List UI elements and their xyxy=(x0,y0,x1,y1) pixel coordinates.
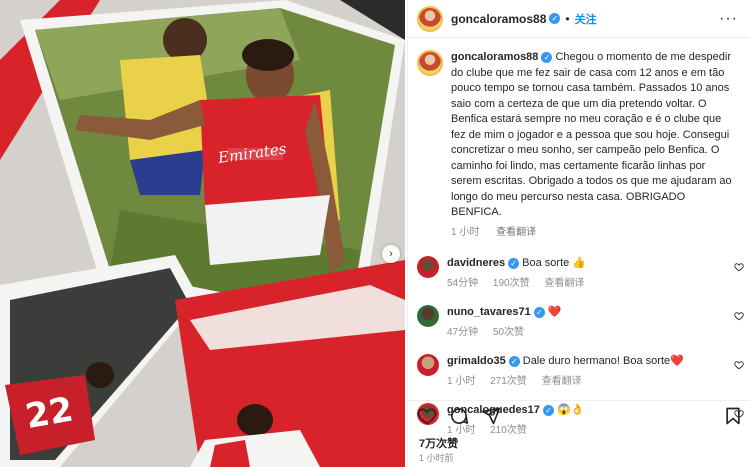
like-count[interactable]: 7万次赞 xyxy=(419,435,458,451)
comment-likes[interactable]: 190次赞 xyxy=(493,278,530,289)
see-translation-button[interactable]: 查看翻译 xyxy=(496,227,536,238)
avatar[interactable] xyxy=(417,5,443,32)
caption-username[interactable]: goncaloramos88 xyxy=(451,51,538,63)
carousel-next-button[interactable]: › xyxy=(382,245,400,263)
see-translation-button[interactable]: 查看翻译 xyxy=(542,376,582,387)
post-image[interactable]: Emirates 22 › xyxy=(0,0,405,467)
heart-icon[interactable] xyxy=(417,406,437,426)
comment-username[interactable]: nuno_tavares71 xyxy=(447,306,531,318)
avatar[interactable] xyxy=(417,354,439,376)
verified-icon: ✓ xyxy=(541,51,553,63)
like-comment-heart-icon[interactable] xyxy=(734,311,744,321)
share-icon[interactable] xyxy=(481,406,501,426)
comment-time: 47分钟 xyxy=(447,327,479,338)
comment-username[interactable]: davidneres xyxy=(447,257,505,269)
post-header: goncaloramos88 ✓ • 关注 ··· xyxy=(408,0,750,38)
caption-text: Chegou o momento de me despedir do clube… xyxy=(451,51,732,218)
more-options-button[interactable]: ··· xyxy=(719,10,738,26)
comment-text: Boa sorte 👍 xyxy=(522,257,586,269)
post-actions xyxy=(408,400,750,430)
comment-text: Dale duro hermano! Boa sorte❤️ xyxy=(522,355,684,367)
chevron-right-icon: › xyxy=(389,248,393,260)
see-translation-button[interactable]: 查看翻译 xyxy=(544,278,584,289)
comment-likes[interactable]: 271次赞 xyxy=(490,376,527,387)
avatar[interactable] xyxy=(417,256,439,278)
comment-item: nuno_tavares71 ✓ ❤️ 47分钟 50次赞 xyxy=(417,305,750,338)
avatar[interactable] xyxy=(417,305,439,327)
comment-likes[interactable]: 50次赞 xyxy=(493,327,524,338)
post-side-panel: goncaloramos88 ✓ • 关注 ··· goncaloramos88… xyxy=(407,0,750,467)
comment-item: grimaldo35 ✓ Dale duro hermano! Boa sorte… xyxy=(417,354,750,387)
caption-time: 1 小时 xyxy=(451,226,480,238)
separator-dot: • xyxy=(565,11,570,26)
verified-icon: ✓ xyxy=(508,257,520,269)
verified-icon: ✓ xyxy=(549,13,561,24)
verified-icon: ✓ xyxy=(533,306,545,318)
comment-time: 1 小时 xyxy=(447,376,476,387)
caption-avatar[interactable] xyxy=(417,50,443,76)
comment-text: ❤️ xyxy=(547,306,562,318)
comment-icon[interactable] xyxy=(449,406,469,426)
author-username[interactable]: goncaloramos88 xyxy=(451,12,546,26)
bookmark-icon[interactable] xyxy=(723,406,743,426)
comment-time: 54分钟 xyxy=(447,278,479,289)
like-comment-heart-icon[interactable] xyxy=(734,360,744,370)
photo-collage: Emirates 22 xyxy=(0,0,405,467)
jersey-number: 22 xyxy=(23,389,77,437)
caption: goncaloramos88 ✓ Chegou o momento de me d… xyxy=(408,38,750,240)
follow-button[interactable]: 关注 xyxy=(575,11,597,27)
comment-username[interactable]: grimaldo35 xyxy=(447,355,506,367)
post-timestamp[interactable]: 1 小时前 xyxy=(419,451,454,464)
like-comment-heart-icon[interactable] xyxy=(734,262,744,272)
comment-item: davidneres ✓ Boa sorte 👍 54分钟 190次赞 查看翻译 xyxy=(417,256,750,289)
verified-icon: ✓ xyxy=(508,355,520,367)
